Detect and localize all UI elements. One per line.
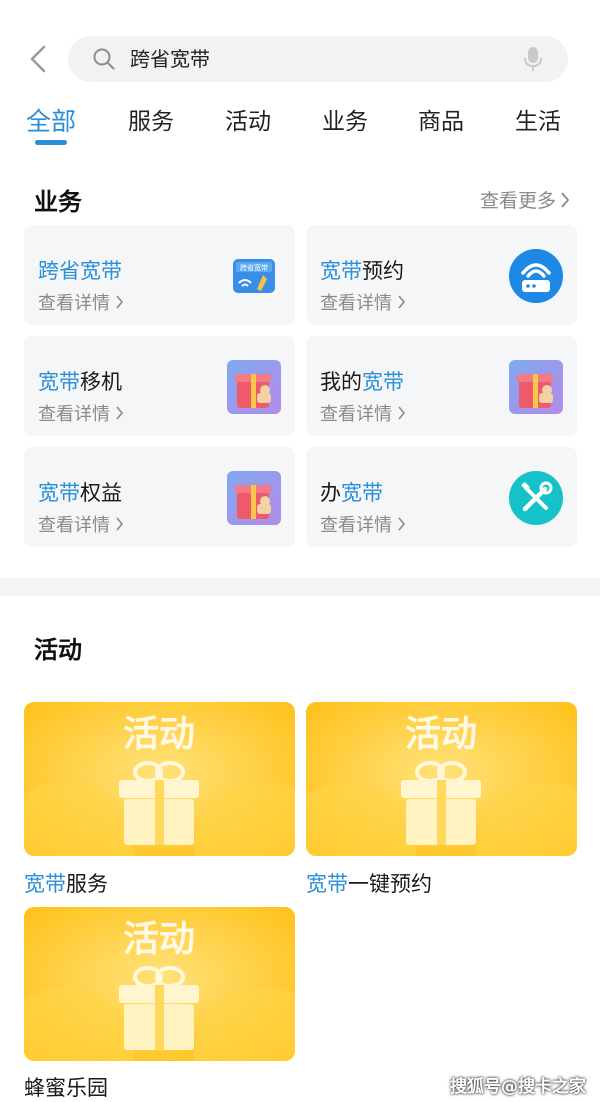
tab-life[interactable]: 生活 [503, 100, 573, 144]
card-title: 我的宽带 [320, 366, 404, 396]
card-title: 宽带移机 [38, 366, 122, 396]
banner-text: 活动 [123, 919, 195, 960]
label-rest: 一键预约 [348, 872, 432, 896]
gift-banner-icon: 活动 [306, 702, 577, 856]
activity-banner[interactable]: 活动 [24, 702, 295, 856]
search-bar[interactable]: 跨省宽带 [68, 36, 568, 82]
business-section-title: 业务 [34, 188, 82, 216]
card-title: 宽带权益 [38, 477, 122, 507]
back-arrow-icon[interactable] [26, 44, 52, 74]
tab-business[interactable]: 业务 [310, 100, 380, 144]
category-tabs: 全部 服务 活动 业务 商品 生活 [0, 100, 600, 150]
view-details-label: 查看详情 [320, 293, 392, 314]
activities-section-title: 活动 [34, 636, 82, 664]
title-prefix: 我的 [320, 370, 362, 394]
view-details-link[interactable]: 查看详情 [320, 289, 406, 315]
microphone-icon[interactable] [522, 46, 544, 72]
search-icon [93, 48, 115, 70]
view-details-label: 查看详情 [38, 293, 110, 314]
business-card[interactable]: 宽带预约查看详情 [306, 225, 577, 325]
activity-label[interactable]: 蜂蜜乐园 [24, 1072, 108, 1102]
icon-label: 跨省宽带 [240, 263, 268, 272]
tab-services[interactable]: 服务 [116, 100, 186, 144]
title-highlight: 跨省宽带 [38, 259, 122, 283]
activity-label[interactable]: 宽带一键预约 [306, 868, 432, 898]
chevron-right-icon [398, 295, 406, 309]
search-input[interactable]: 跨省宽带 [130, 36, 210, 82]
business-card[interactable]: 跨省宽带查看详情 跨省宽带 [24, 225, 295, 325]
view-details-link[interactable]: 查看详情 [320, 400, 406, 426]
business-card[interactable]: 宽带权益查看详情 [24, 447, 295, 547]
title-highlight: 宽带 [320, 259, 362, 283]
tools-icon [509, 471, 563, 525]
chevron-right-icon [398, 517, 406, 531]
business-card[interactable]: 办宽带查看详情 [306, 447, 577, 547]
title-suffix: 权益 [80, 481, 122, 505]
router-icon [509, 249, 563, 303]
title-suffix: 移机 [80, 370, 122, 394]
chevron-right-icon [116, 295, 124, 309]
view-details-label: 查看详情 [38, 515, 110, 536]
tab-goods[interactable]: 商品 [406, 100, 476, 144]
title-prefix: 办 [320, 481, 341, 505]
label-highlight: 宽带 [306, 872, 348, 896]
gift-box-icon [227, 360, 281, 414]
view-details-link[interactable]: 查看详情 [320, 511, 406, 537]
gift-banner-icon: 活动 [24, 702, 295, 856]
activity-banner[interactable]: 活动 [306, 702, 577, 856]
gift-box-icon [509, 360, 563, 414]
watermark: 搜狐号@搜卡之家 [450, 1077, 586, 1097]
label-highlight: 宽带 [24, 872, 66, 896]
business-card[interactable]: 我的宽带查看详情 [306, 336, 577, 436]
view-details-label: 查看详情 [38, 404, 110, 425]
card-title: 跨省宽带 [38, 255, 122, 285]
active-tab-indicator [35, 140, 67, 145]
title-highlight: 宽带 [362, 370, 404, 394]
label-rest: 服务 [66, 872, 108, 896]
view-more-label: 查看更多 [479, 190, 556, 212]
title-highlight: 宽带 [38, 370, 80, 394]
chevron-right-icon [116, 406, 124, 420]
tab-all[interactable]: 全部 [16, 100, 86, 144]
title-highlight: 宽带 [341, 481, 383, 505]
view-details-link[interactable]: 查看详情 [38, 289, 124, 315]
chevron-right-icon [561, 191, 570, 208]
card-title: 宽带预约 [320, 255, 404, 285]
banner-text: 活动 [123, 714, 195, 755]
section-divider [0, 578, 600, 596]
title-suffix: 预约 [362, 259, 404, 283]
view-more-link[interactable]: 查看更多 [480, 186, 570, 213]
view-details-link[interactable]: 查看详情 [38, 511, 124, 537]
card-title: 办宽带 [320, 477, 383, 507]
view-details-label: 查看详情 [320, 515, 392, 536]
top-bar: 跨省宽带 [0, 0, 600, 100]
activity-banner[interactable]: 活动 [24, 907, 295, 1061]
title-highlight: 宽带 [38, 481, 80, 505]
chevron-right-icon [116, 517, 124, 531]
gift-banner-icon: 活动 [24, 907, 295, 1061]
view-details-label: 查看详情 [320, 404, 392, 425]
tab-activities[interactable]: 活动 [213, 100, 283, 144]
cross-province-broadband-icon: 跨省宽带 [233, 259, 275, 293]
gift-box-icon [227, 471, 281, 525]
view-details-link[interactable]: 查看详情 [38, 400, 124, 426]
label-rest: 蜂蜜乐园 [24, 1076, 108, 1100]
business-card[interactable]: 宽带移机查看详情 [24, 336, 295, 436]
chevron-right-icon [398, 406, 406, 420]
activity-label[interactable]: 宽带服务 [24, 868, 108, 898]
banner-text: 活动 [405, 714, 477, 755]
